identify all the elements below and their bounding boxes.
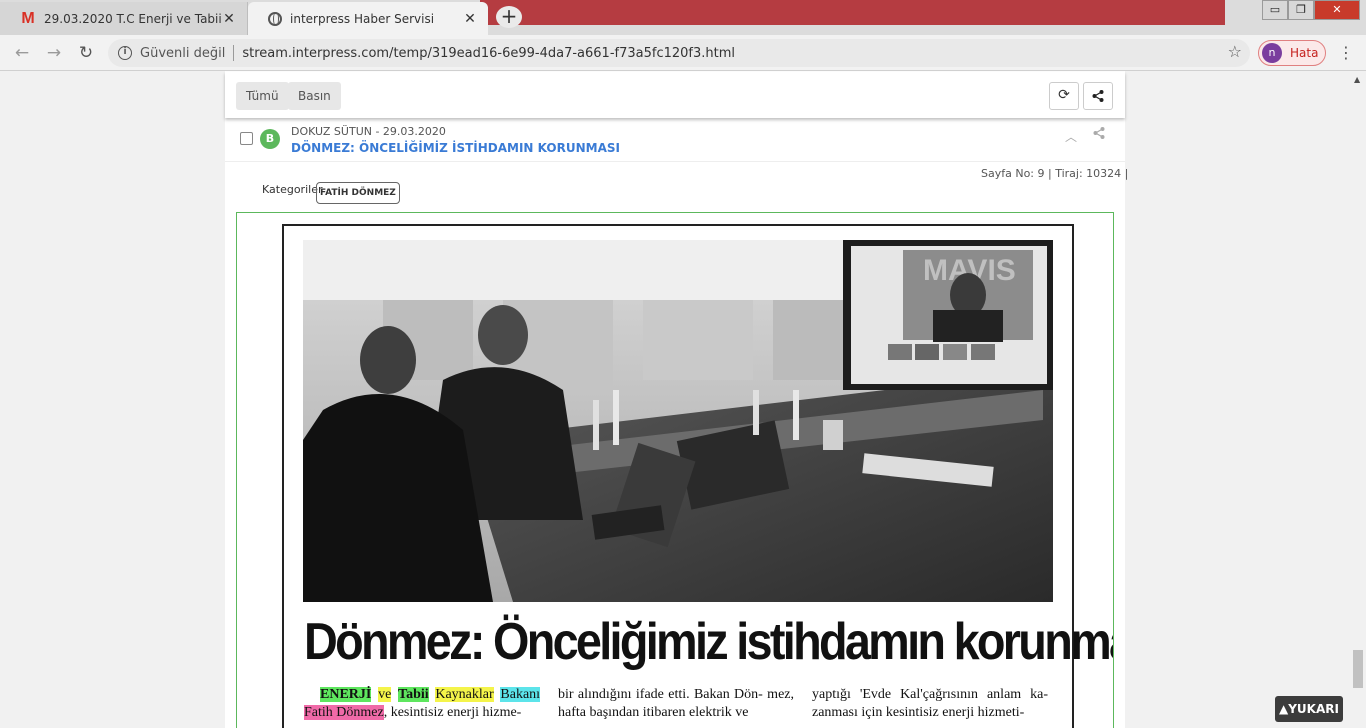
back-icon[interactable]: ← [10,41,34,65]
scrollbar-thumb[interactable] [1353,650,1363,688]
tab-title: interpress Haber Servisi [290,11,435,26]
photo-illustration: MAVIS [303,240,1053,602]
refresh-button[interactable]: ⟳ [1049,82,1079,110]
close-icon[interactable]: ✕ [462,11,478,27]
column-text: , kesintisiz enerji hizme- [383,705,522,720]
close-icon[interactable]: ✕ [221,11,237,27]
tab-interpress[interactable]: interpress Haber Servisi ✕ [248,2,488,35]
reload-icon[interactable]: ↻ [74,41,98,65]
url-text[interactable]: stream.interpress.com/temp/319ead16-6e99… [242,46,735,61]
vertical-scrollbar[interactable]: ▲ [1350,71,1366,728]
source-badge: B [260,129,280,149]
highlight-word: Kaynaklar [435,687,494,702]
bookmark-star-icon[interactable]: ☆ [1228,42,1242,61]
filter-press-button[interactable]: Basın [288,82,341,110]
window-background [480,0,1225,25]
share-icon[interactable] [1093,127,1105,143]
highlight-word: Tabii [398,687,429,702]
newspaper-clipping: MAVIS Dönmez: Önceliğimiz istihdamın kor… [282,224,1114,728]
tab-title: 29.03.2020 T.C Enerji ve Tabii Kay [44,11,221,26]
chevron-up-icon[interactable]: ︿ [1065,128,1077,145]
filter-bar: Tümü Basın ⟳ [225,72,1125,118]
select-checkbox[interactable] [240,132,253,145]
clipping-column-1: ENERJİ ve Tabii Kaynaklar Bakanı Fatih D… [304,686,541,722]
close-window-button[interactable]: ✕ [1314,0,1360,20]
info-icon[interactable]: i [118,46,132,60]
share-icon [1092,90,1104,102]
new-tab-button[interactable]: + [496,6,522,28]
divider [233,45,235,61]
content-column: Tümü Basın ⟳ B DOKUZ SÜTUN - 29.03.2020 … [225,71,1129,728]
gmail-icon: M [21,9,35,27]
minimize-button[interactable]: ▭ [1262,0,1288,20]
page-content: Tümü Basın ⟳ B DOKUZ SÜTUN - 29.03.2020 … [0,71,1350,728]
article-header: B DOKUZ SÜTUN - 29.03.2020 DÖNMEZ: ÖNCEL… [225,122,1125,162]
maximize-button[interactable]: ❐ [1288,0,1314,20]
clipping-headline: Dönmez: Önceliğimiz istihdamın korunması [304,613,1114,671]
share-button[interactable] [1083,82,1113,110]
back-to-top-button[interactable]: ▲YUKARI [1275,696,1343,722]
categories-label: Kategoriler [262,183,323,196]
source-date: DOKUZ SÜTUN - 29.03.2020 [291,125,446,138]
category-tag[interactable]: FATİH DÖNMEZ [316,182,400,204]
tab-gmail[interactable]: M 29.03.2020 T.C Enerji ve Tabii Kay ✕ [0,2,248,35]
menu-icon[interactable]: ⋮ [1338,41,1354,65]
clipping-column-3: yaptığı 'Evde Kal'çağrısının anlam ka- z… [812,687,1048,720]
meeting-photo: MAVIS [303,240,1053,602]
article-title-link[interactable]: DÖNMEZ: ÖNCELİĞİMİZ İSTİHDAMIN KORUNMASI [291,141,620,155]
globe-icon [268,11,282,26]
scroll-up-icon[interactable]: ▲ [1354,75,1360,84]
highlight-word: Bakanı [500,687,541,702]
browser-toolbar: ← → ↻ i Güvenli değil stream.interpress.… [0,35,1366,71]
profile-status: Hata [1290,46,1319,60]
page-info: Sayfa No: 9 | Tiraj: 10324 | [981,167,1129,180]
security-label[interactable]: Güvenli değil [140,46,225,61]
clipping-frame: MAVIS Dönmez: Önceliğimiz istihdamın kor… [236,212,1114,728]
avatar: n [1262,43,1282,63]
highlight-word: ENERJİ [320,687,372,702]
address-bar[interactable]: i Güvenli değil stream.interpress.com/te… [108,39,1250,67]
highlight-word: ve [378,687,392,702]
profile-button[interactable]: n Hata [1258,40,1326,66]
filter-all-button[interactable]: Tümü [236,82,289,110]
clipping-column-2: bir alındığını ifade etti. Bakan Dön- me… [558,687,794,720]
highlight-word: Fatih Dönmez [304,705,384,720]
forward-icon[interactable]: → [42,41,66,65]
tab-strip: M 29.03.2020 T.C Enerji ve Tabii Kay ✕ i… [0,0,1366,35]
refresh-icon: ⟳ [1058,87,1070,103]
